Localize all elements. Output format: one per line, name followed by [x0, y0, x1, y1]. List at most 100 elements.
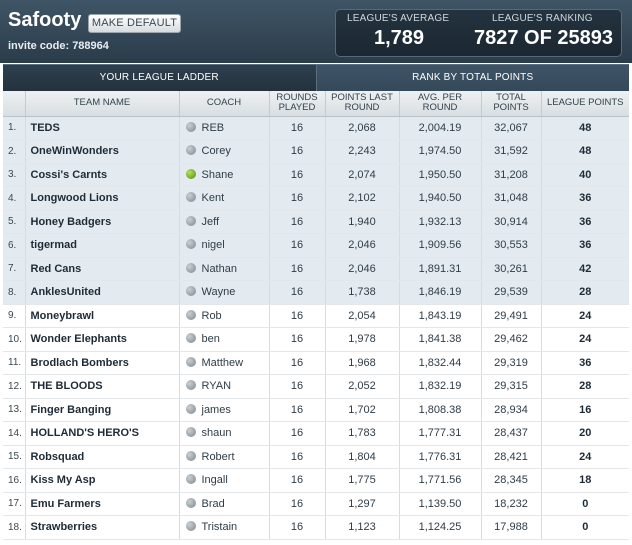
avg-per-round-cell: 1,974.50	[399, 139, 482, 164]
coach-name: Corey	[201, 145, 231, 158]
team-name-link[interactable]: Honey Badgers	[25, 210, 180, 234]
coach-status-icon	[185, 192, 196, 203]
league-points-cell: 0	[541, 515, 629, 540]
team-name-link[interactable]: Strawberries	[25, 515, 180, 540]
table-row[interactable]: 14. HOLLAND'S HERO'S shaun 16 1,783 1,777.31 2…	[3, 421, 629, 446]
coach-cell: Wayne	[179, 280, 270, 305]
table-row[interactable]: 12. THE BLOODS RYAN 16 2,052 1,832.19 29,315 28	[3, 374, 629, 399]
coach-name: Rob	[201, 309, 222, 322]
league-page: Safooty MAKE DEFAULT invite code: 788964…	[0, 0, 632, 545]
team-name-link[interactable]: OneWinWonders	[25, 139, 180, 164]
table-row[interactable]: 8. AnklesUnited Wayne 16 1,738 1,846.19 29,539…	[3, 280, 629, 305]
avg-per-round-cell: 1,124.25	[399, 515, 482, 540]
coach-status-icon	[185, 309, 196, 320]
points-last-round-cell: 1,804	[325, 445, 400, 469]
table-row[interactable]: 9. Moneybrawl Rob 16 2,054 1,843.19 29,491 24	[3, 304, 629, 328]
table-row[interactable]: 16. Kiss My Asp Ingall 16 1,775 1,771.56 28,34…	[3, 468, 629, 493]
table-row[interactable]: 7. Red Cans Nathan 16 2,046 1,891.31 30,261 42	[3, 257, 629, 281]
coach-name: RYAN	[201, 380, 232, 393]
table-row[interactable]: 17. Emu Farmers Brad 16 1,297 1,139.50 18,232 0	[3, 492, 629, 516]
rounds-played-cell: 16	[269, 163, 326, 187]
coach-cell: Tristain	[179, 515, 270, 540]
coach-name: REB	[201, 121, 225, 134]
col-total-points[interactable]: TOTAL POINTS	[481, 91, 542, 117]
table-header-row: TEAM NAME COACH ROUNDS PLAYED POINTS LAS…	[3, 91, 629, 117]
avg-per-round-cell: 1,139.50	[399, 492, 482, 516]
rank-cell: 16.	[3, 468, 26, 493]
coach-status-icon	[185, 403, 196, 414]
rank-cell: 6.	[3, 233, 26, 258]
league-points-cell: 0	[541, 492, 629, 516]
avg-per-round-cell: 1,808.38	[399, 398, 482, 422]
table-row[interactable]: 5. Honey Badgers Jeff 16 1,940 1,932.13 30,914…	[3, 210, 629, 234]
ladder-body: 1. TEDS REB 16 2,068 2,004.19 32,067 48 2. OneWin…	[3, 116, 629, 540]
points-last-round-cell: 1,123	[325, 515, 400, 540]
coach-name: Ingall	[201, 474, 228, 487]
rank-cell: 3.	[3, 163, 26, 187]
team-name-link[interactable]: Emu Farmers	[25, 492, 180, 516]
table-row[interactable]: 1. TEDS REB 16 2,068 2,004.19 32,067 48	[3, 116, 629, 140]
league-average-label: LEAGUE'S AVERAGE	[347, 13, 450, 24]
rounds-played-cell: 16	[269, 398, 326, 422]
team-name-link[interactable]: Finger Banging	[25, 398, 180, 422]
invite-code-label: invite code:	[8, 40, 70, 52]
table-row[interactable]: 10. Wonder Elephants ben 16 1,978 1,841.38 29,…	[3, 327, 629, 352]
col-team-name[interactable]: TEAM NAME	[25, 91, 180, 117]
tab-your-league-ladder[interactable]: YOUR LEAGUE LADDER	[3, 65, 317, 91]
table-row[interactable]: 4. Longwood Lions Kent 16 2,102 1,940.50 31,04…	[3, 186, 629, 211]
points-last-round-cell: 1,775	[325, 468, 400, 493]
col-avg-per-round[interactable]: AVG. PER ROUND	[399, 91, 482, 117]
team-name-link[interactable]: Red Cans	[25, 257, 180, 281]
rank-cell: 12.	[3, 374, 26, 399]
total-points-cell: 28,421	[481, 445, 542, 469]
rank-cell: 17.	[3, 492, 26, 516]
team-name-link[interactable]: Longwood Lions	[25, 186, 180, 211]
coach-online-status-icon	[185, 168, 196, 179]
table-row[interactable]: 3. Cossi's Carnts Shane 16 2,074 1,950.50 31,2…	[3, 163, 629, 187]
points-last-round-cell: 1,978	[325, 327, 400, 352]
team-name-link[interactable]: TEDS	[25, 116, 180, 140]
rounds-played-cell: 16	[269, 515, 326, 540]
table-row[interactable]: 11. Brodlach Bombers Matthew 16 1,968 1,832.4…	[3, 351, 629, 375]
tab-rank-by-total-points[interactable]: RANK BY TOTAL POINTS	[316, 65, 629, 91]
avg-per-round-cell: 1,932.13	[399, 210, 482, 234]
avg-per-round-cell: 1,832.44	[399, 351, 482, 375]
league-points-cell: 48	[541, 116, 629, 140]
team-name-link[interactable]: AnklesUnited	[25, 280, 180, 305]
points-last-round-cell: 2,102	[325, 186, 400, 211]
coach-name: Robert	[201, 450, 235, 463]
team-name-link[interactable]: Brodlach Bombers	[25, 351, 180, 375]
total-points-cell: 17,988	[481, 515, 542, 540]
total-points-cell: 29,462	[481, 327, 542, 352]
make-default-button[interactable]: MAKE DEFAULT	[88, 14, 181, 33]
team-name-link[interactable]: Kiss My Asp	[25, 468, 180, 493]
total-points-cell: 28,345	[481, 468, 542, 493]
col-points-last-round[interactable]: POINTS LAST ROUND	[325, 91, 400, 117]
col-league-points[interactable]: LEAGUE POINTS	[541, 91, 629, 117]
team-name-link[interactable]: THE BLOODS	[25, 374, 180, 399]
rounds-played-cell: 16	[269, 257, 326, 281]
coach-cell: Ingall	[179, 468, 270, 493]
rank-cell: 7.	[3, 257, 26, 281]
table-row[interactable]: 2. OneWinWonders Corey 16 2,243 1,974.50 31,59…	[3, 139, 629, 164]
team-name-link[interactable]: tigermad	[25, 233, 180, 258]
team-name-link[interactable]: Wonder Elephants	[25, 327, 180, 352]
total-points-cell: 28,437	[481, 421, 542, 446]
col-rounds-played[interactable]: ROUNDS PLAYED	[269, 91, 326, 117]
team-name-link[interactable]: Moneybrawl	[25, 304, 180, 328]
team-name-link[interactable]: HOLLAND'S HERO'S	[25, 421, 180, 446]
table-row[interactable]: 15. Robsquad Robert 16 1,804 1,776.31 28,421 24	[3, 445, 629, 469]
team-name-link[interactable]: Cossi's Carnts	[25, 163, 180, 187]
coach-status-icon	[185, 145, 196, 156]
coach-cell: james	[179, 398, 270, 422]
avg-per-round-cell: 1,771.56	[399, 468, 482, 493]
table-row[interactable]: 6. tigermad nigel 16 2,046 1,909.56 30,553 36	[3, 233, 629, 258]
team-name-link[interactable]: Robsquad	[25, 445, 180, 469]
rounds-played-cell: 16	[269, 327, 326, 352]
coach-status-icon	[185, 380, 196, 391]
league-points-cell: 24	[541, 445, 629, 469]
col-coach[interactable]: COACH	[179, 91, 270, 117]
coach-status-icon	[185, 497, 196, 508]
table-row[interactable]: 13. Finger Banging james 16 1,702 1,808.38 28,…	[3, 398, 629, 422]
table-row[interactable]: 18. Strawberries Tristain 16 1,123 1,124.25 17…	[3, 515, 629, 540]
